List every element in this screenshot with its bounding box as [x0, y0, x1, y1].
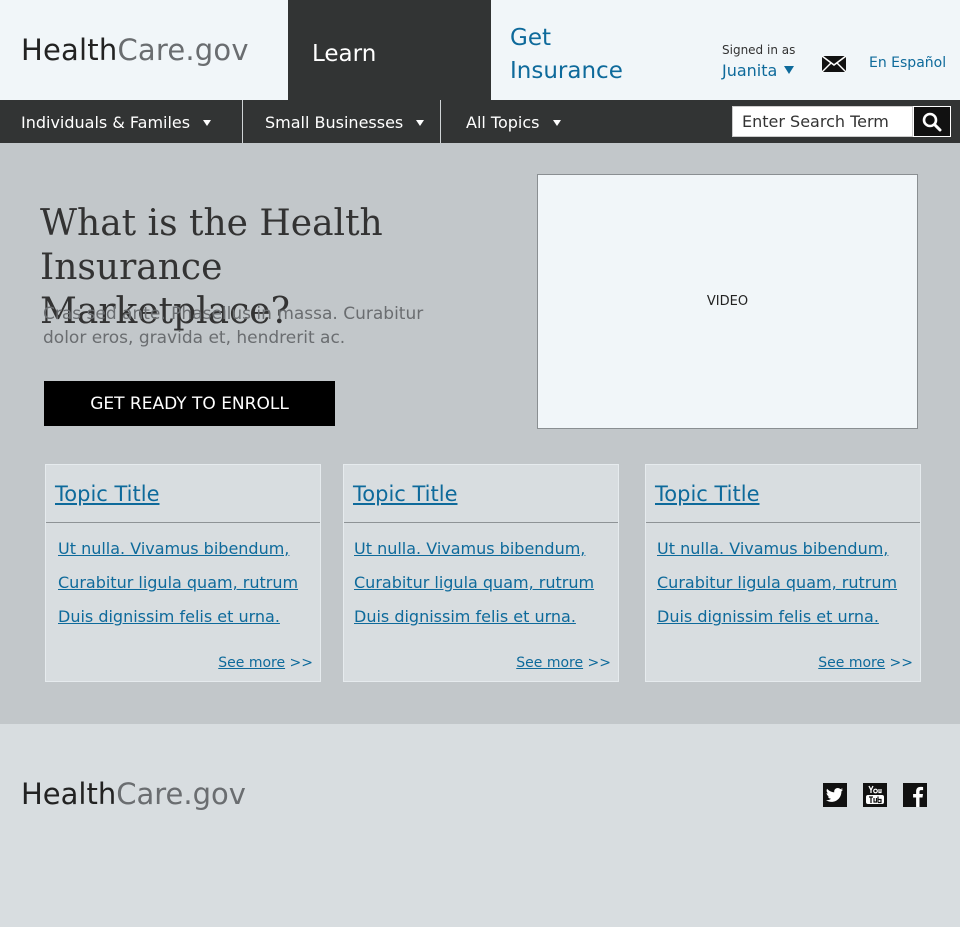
see-more: See more >> — [218, 655, 313, 671]
signed-in-label: Signed in as — [722, 43, 796, 57]
site-header: HealthCare.gov Learn Get Insurance Signe… — [0, 0, 960, 100]
twitter-bird-glyph — [826, 788, 843, 802]
get-ready-to-enroll-button[interactable]: GET READY TO ENROLL — [44, 381, 335, 426]
topic-link[interactable]: Ut nulla. Vivamus bibendum, — [657, 539, 888, 558]
nav-item-individuals[interactable]: Individuals & Familes — [21, 100, 212, 143]
topic-card: Topic Title Ut nulla. Vivamus bibendum, … — [45, 464, 321, 682]
user-name: Juanita — [722, 61, 778, 80]
logo-health-text: Health — [21, 33, 118, 67]
caret-down-icon — [416, 120, 425, 126]
logo-health-text: Health — [21, 777, 117, 811]
youtube-logo-glyph — [866, 785, 884, 804]
nav-item-label: All Topics — [466, 113, 540, 132]
mail-icon[interactable] — [822, 56, 846, 72]
see-more-link[interactable]: See more — [516, 655, 583, 671]
youtube-icon[interactable] — [863, 783, 887, 807]
caret-down-icon — [784, 66, 795, 74]
site-footer — [0, 724, 960, 927]
topic-link[interactable]: Duis dignissim felis et urna. — [657, 607, 879, 626]
hero-subtitle: Cras sed ante. Phasellus in massa. Curab… — [43, 304, 424, 348]
see-more-link[interactable]: See more — [218, 655, 285, 671]
user-menu[interactable]: Juanita — [722, 61, 795, 80]
language-link-espanol[interactable]: En Español — [869, 55, 946, 71]
topic-link[interactable]: Curabitur ligula quam, rutrum — [354, 573, 594, 592]
nav-divider — [440, 100, 441, 143]
twitter-icon[interactable] — [823, 783, 847, 807]
topic-title-link[interactable]: Topic Title — [353, 482, 458, 506]
tab-get-insurance[interactable]: Get Insurance — [510, 22, 650, 88]
see-more-arrows: >> — [889, 655, 913, 671]
see-more-link[interactable]: See more — [818, 655, 885, 671]
topic-title-link[interactable]: Topic Title — [655, 482, 760, 506]
logo-care-text: Care.gov — [116, 777, 246, 811]
video-player[interactable]: VIDEO — [537, 174, 918, 429]
nav-item-small-businesses[interactable]: Small Businesses — [265, 100, 425, 143]
see-more: See more >> — [818, 655, 913, 671]
topic-link[interactable]: Curabitur ligula quam, rutrum — [657, 573, 897, 592]
facebook-f-glyph — [913, 786, 924, 807]
topic-card: Topic Title Ut nulla. Vivamus bibendum, … — [645, 464, 921, 682]
caret-down-icon — [552, 120, 561, 126]
topic-link[interactable]: Ut nulla. Vivamus bibendum, — [354, 539, 585, 558]
search-input[interactable] — [732, 106, 913, 137]
footer-logo[interactable]: HealthCare.gov — [21, 780, 246, 809]
nav-item-all-topics[interactable]: All Topics — [466, 100, 561, 143]
caret-down-icon — [203, 120, 212, 126]
video-label: VIDEO — [706, 294, 749, 309]
search-button[interactable] — [913, 106, 951, 137]
topic-link[interactable]: Duis dignissim felis et urna. — [58, 607, 280, 626]
topic-link[interactable]: Duis dignissim felis et urna. — [354, 607, 576, 626]
nav-item-label: Small Businesses — [265, 113, 404, 132]
nav-divider — [242, 100, 243, 143]
card-divider — [46, 522, 320, 523]
card-divider — [344, 522, 618, 523]
see-more-arrows: >> — [587, 655, 611, 671]
logo-care-text: Care.gov — [117, 33, 249, 67]
nav-item-label: Individuals & Familes — [21, 113, 191, 132]
see-more-arrows: >> — [289, 655, 313, 671]
topic-link[interactable]: Ut nulla. Vivamus bibendum, — [58, 539, 289, 558]
site-logo[interactable]: HealthCare.gov — [21, 36, 249, 65]
tab-learn-label: Learn — [312, 41, 377, 67]
search-icon — [922, 112, 942, 131]
topic-title-link[interactable]: Topic Title — [55, 482, 160, 506]
see-more: See more >> — [516, 655, 611, 671]
topic-link[interactable]: Curabitur ligula quam, rutrum — [58, 573, 298, 592]
tab-learn[interactable]: Learn — [288, 0, 491, 100]
facebook-icon[interactable] — [903, 783, 927, 807]
topic-card: Topic Title Ut nulla. Vivamus bibendum, … — [343, 464, 619, 682]
card-divider — [646, 522, 920, 523]
